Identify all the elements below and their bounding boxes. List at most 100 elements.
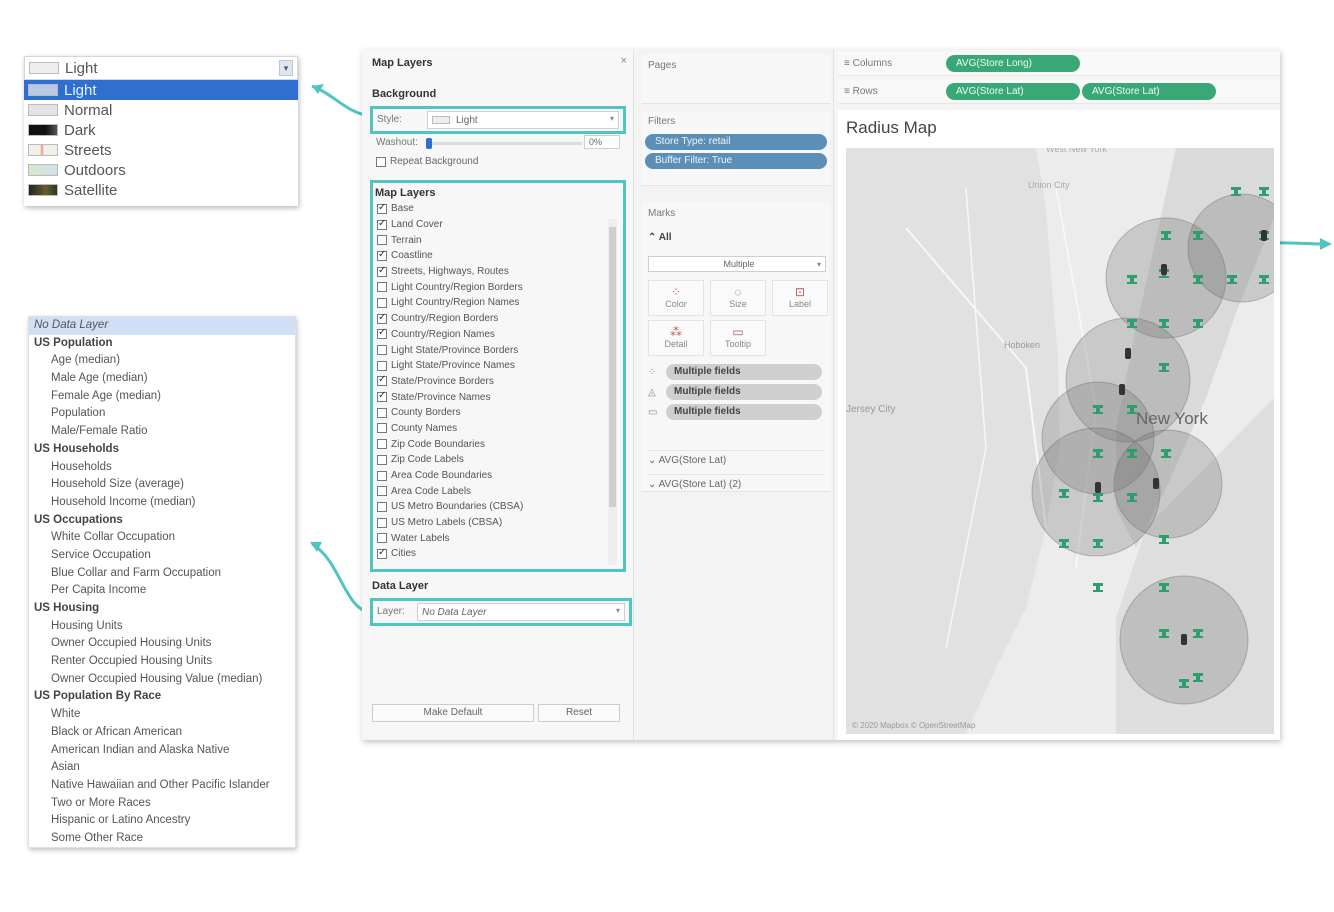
checkbox-icon[interactable]: [377, 423, 387, 434]
multiple-fields-pill[interactable]: Multiple fields: [666, 364, 822, 380]
checkbox-icon[interactable]: [377, 202, 387, 214]
style-option-outdoors[interactable]: Outdoors: [24, 160, 298, 180]
label-mark-button[interactable]: ⊡ Label: [772, 280, 828, 316]
checkbox-icon[interactable]: [377, 327, 387, 340]
style-option-dark[interactable]: Dark: [24, 120, 298, 140]
map-layer-row[interactable]: Area Code Boundaries: [373, 468, 623, 484]
map-layer-row[interactable]: Light Country/Region Names: [373, 295, 623, 311]
washout-slider-thumb[interactable]: [426, 138, 432, 149]
size-mark-button[interactable]: ◌ Size: [710, 280, 766, 316]
list-item[interactable]: Renter Occupied Housing Units: [29, 653, 295, 671]
map-layer-row[interactable]: Coastline: [373, 248, 623, 264]
checkbox-icon[interactable]: [377, 470, 387, 481]
store-marker-icon[interactable]: [1093, 583, 1103, 592]
list-item[interactable]: Housing Units: [29, 618, 295, 636]
style-option-light[interactable]: Light: [24, 80, 298, 100]
mark-type-select[interactable]: Multiple ▾: [648, 256, 826, 272]
list-item[interactable]: Population: [29, 405, 295, 423]
map-layer-row[interactable]: State/Province Names: [373, 389, 623, 405]
checkbox-icon[interactable]: [377, 360, 387, 371]
list-item[interactable]: Two or More Races: [29, 795, 295, 813]
list-item[interactable]: White Collar Occupation: [29, 529, 295, 547]
map-layer-row[interactable]: Base: [373, 201, 623, 217]
checkbox-icon[interactable]: [377, 312, 387, 324]
map-layer-row[interactable]: State/Province Borders: [373, 374, 623, 390]
marks-field-row[interactable]: ▭ Multiple fields: [648, 404, 822, 420]
checkbox-icon[interactable]: [377, 547, 387, 559]
map-view[interactable]: West New York Union City Hoboken Jersey Cit…: [846, 148, 1274, 734]
map-layer-row[interactable]: Country/Region Names: [373, 327, 623, 343]
competitor-marker-icon[interactable]: [1095, 482, 1101, 493]
map-layer-row[interactable]: Country/Region Borders: [373, 311, 623, 327]
filter-pill[interactable]: Buffer Filter: True: [645, 153, 827, 169]
list-item[interactable]: Asian: [29, 759, 295, 777]
map-layer-row[interactable]: Light Country/Region Borders: [373, 279, 623, 295]
competitor-marker-icon[interactable]: [1161, 264, 1167, 275]
style-dropdown-current[interactable]: Light ▾: [24, 56, 298, 80]
checkbox-icon[interactable]: [377, 218, 387, 230]
columns-shelf[interactable]: ≡ Columns AVG(Store Long): [838, 52, 1280, 76]
map-layer-row[interactable]: Land Cover: [373, 217, 623, 233]
map-layer-row[interactable]: Water Labels: [373, 530, 623, 546]
list-item[interactable]: Per Capita Income: [29, 582, 295, 600]
map-layer-row[interactable]: US Metro Labels (CBSA): [373, 515, 623, 531]
style-option-satellite[interactable]: Satellite: [24, 180, 298, 200]
measure-row[interactable]: ⌄ AVG(Store Lat): [648, 450, 824, 466]
map-layer-row[interactable]: County Borders: [373, 405, 623, 421]
map-layer-row[interactable]: Light State/Province Borders: [373, 342, 623, 358]
list-item[interactable]: Female Age (median): [29, 388, 295, 406]
chevron-down-icon[interactable]: ▾: [279, 60, 293, 76]
multiple-fields-pill[interactable]: Multiple fields: [666, 404, 822, 420]
competitor-marker-icon[interactable]: [1125, 348, 1131, 359]
list-item[interactable]: Age (median): [29, 352, 295, 370]
list-item[interactable]: American Indian and Alaska Native: [29, 742, 295, 760]
list-item[interactable]: Male/Female Ratio: [29, 423, 295, 441]
style-option-normal[interactable]: Normal: [24, 100, 298, 120]
map-layer-row[interactable]: County Names: [373, 421, 623, 437]
radius-circle[interactable]: [1113, 429, 1223, 539]
marks-field-row[interactable]: ◬ Multiple fields: [648, 384, 822, 400]
list-item[interactable]: White: [29, 706, 295, 724]
checkbox-icon[interactable]: [377, 390, 387, 403]
list-item[interactable]: Owner Occupied Housing Units: [29, 635, 295, 653]
list-item[interactable]: Some Other Race: [29, 830, 295, 848]
list-item[interactable]: Hispanic or Latino Ancestry: [29, 812, 295, 830]
shelf-pill[interactable]: AVG(Store Long): [946, 55, 1080, 72]
style-select[interactable]: Light ▾: [427, 111, 619, 129]
list-item[interactable]: Native Hawaiian and Other Pacific Island…: [29, 777, 295, 795]
checkbox-icon[interactable]: [377, 501, 387, 512]
competitor-marker-icon[interactable]: [1181, 634, 1187, 645]
shelf-pill[interactable]: AVG(Store Lat): [1082, 83, 1216, 100]
map-layer-row[interactable]: Zip Code Labels: [373, 452, 623, 468]
tooltip-mark-button[interactable]: ▭ Tooltip: [710, 320, 766, 356]
checkbox-icon[interactable]: [377, 282, 387, 293]
map-layer-row[interactable]: Terrain: [373, 232, 623, 248]
marks-field-row[interactable]: ⁘ Multiple fields: [648, 364, 822, 380]
list-item-no-data-layer[interactable]: No Data Layer: [29, 317, 295, 335]
checkbox-icon[interactable]: [377, 249, 387, 261]
checkbox-icon[interactable]: [377, 454, 387, 465]
checkbox-icon[interactable]: [377, 486, 387, 497]
checkbox-icon[interactable]: [376, 156, 386, 167]
competitor-marker-icon[interactable]: [1153, 478, 1159, 489]
map-layer-row[interactable]: Light State/Province Names: [373, 358, 623, 374]
map-layer-row[interactable]: Streets, Highways, Routes: [373, 264, 623, 280]
washout-slider[interactable]: [426, 138, 582, 149]
map-layer-row[interactable]: Area Code Labels: [373, 483, 623, 499]
shelf-pill[interactable]: AVG(Store Lat): [946, 83, 1080, 100]
checkbox-icon[interactable]: [377, 345, 387, 356]
checkbox-icon[interactable]: [377, 439, 387, 450]
list-item[interactable]: Service Occupation: [29, 547, 295, 565]
list-item[interactable]: Male Age (median): [29, 370, 295, 388]
repeat-background-checkbox[interactable]: Repeat Background: [376, 156, 478, 167]
layers-scrollbar[interactable]: [608, 219, 617, 565]
checkbox-icon[interactable]: [377, 297, 387, 308]
checkbox-icon[interactable]: [377, 407, 387, 418]
marks-all-row[interactable]: ⌃ All: [648, 232, 672, 243]
checkbox-icon[interactable]: [377, 374, 387, 387]
detail-mark-button[interactable]: ⁂ Detail: [648, 320, 704, 356]
color-mark-button[interactable]: ⁘ Color: [648, 280, 704, 316]
measure-row[interactable]: ⌄ AVG(Store Lat) (2): [648, 474, 824, 490]
map-canvas[interactable]: West New York Union City Hoboken Jersey Cit…: [846, 148, 1274, 734]
make-default-button[interactable]: Make Default: [372, 704, 534, 722]
